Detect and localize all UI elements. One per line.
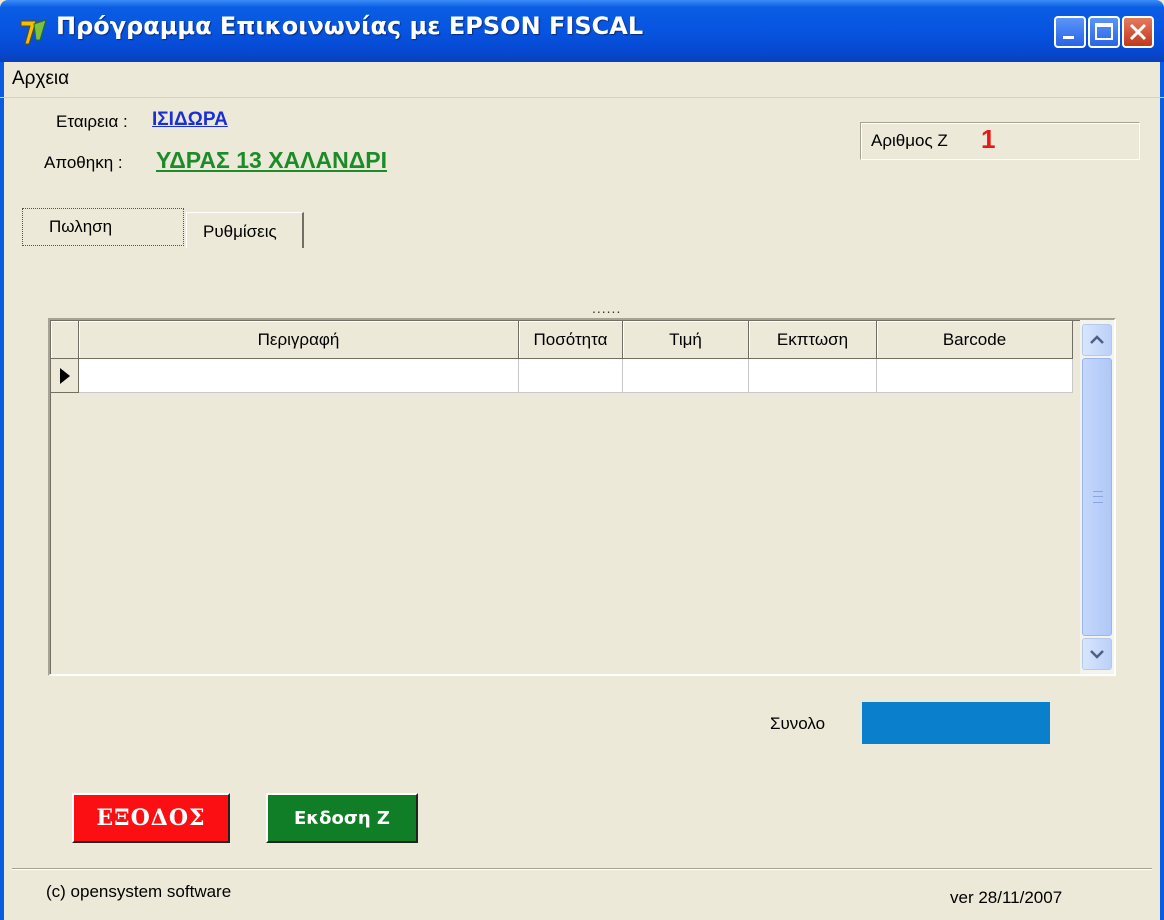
close-icon	[1129, 23, 1147, 41]
window-frame-left	[0, 62, 4, 920]
vertical-scrollbar[interactable]	[1080, 320, 1114, 674]
exit-button[interactable]: ΕΞΟΔΟΣ	[72, 793, 230, 843]
z-number-label: Αριθμος Ζ	[871, 131, 948, 150]
menu-bar: Αρχεια	[0, 62, 1164, 98]
total-value-field	[862, 702, 1050, 744]
current-row-arrow-icon	[60, 368, 70, 384]
scroll-thumb[interactable]	[1082, 358, 1112, 636]
maximize-button[interactable]	[1088, 16, 1120, 48]
grip-icon	[1093, 491, 1103, 503]
window-title: Πρόγραμμα Επικοινωνίας με EPSON FISCAL	[56, 12, 644, 40]
column-header-quantity[interactable]: Ποσότητα	[519, 321, 623, 359]
title-bar[interactable]: Πρόγραμμα Επικοινωνίας με EPSON FISCAL	[0, 0, 1164, 62]
column-header-description[interactable]: Περιγραφή	[79, 321, 519, 359]
copyright-text: (c) opensystem software	[46, 882, 232, 901]
chevron-up-icon	[1090, 335, 1104, 344]
company-link[interactable]: ΙΣΙΔΩΡΑ	[152, 109, 228, 131]
cell-quantity[interactable]	[519, 359, 623, 393]
warehouse-label: Αποθηκη :	[44, 153, 123, 172]
items-grid[interactable]: Περιγραφή Ποσότητα Τιμή Εκπτωση Barcode	[48, 318, 1116, 676]
tab-settings-label: Ρυθμίσεις	[203, 222, 277, 241]
row-header-corner	[51, 321, 79, 359]
scroll-down-button[interactable]	[1082, 638, 1112, 670]
minimize-icon	[1063, 36, 1074, 39]
company-label: Εταιρεια :	[56, 112, 128, 131]
minimize-button[interactable]	[1054, 16, 1086, 48]
z-number-value: 1	[981, 124, 996, 154]
chevron-down-icon	[1090, 650, 1104, 659]
footer-divider	[12, 868, 1152, 870]
column-header-price[interactable]: Τιμή	[623, 321, 749, 359]
app-logo-icon	[20, 19, 47, 45]
tab-settings[interactable]: Ρυθμίσεις	[186, 212, 304, 248]
scroll-up-button[interactable]	[1082, 324, 1112, 356]
row-selector[interactable]	[51, 359, 79, 393]
z-number-panel: Αριθμος Ζ 1	[860, 122, 1140, 160]
column-header-discount[interactable]: Εκπτωση	[749, 321, 877, 359]
drag-handle[interactable]: ......	[592, 300, 621, 316]
cell-discount[interactable]	[749, 359, 877, 393]
cell-barcode[interactable]	[877, 359, 1073, 393]
window-frame-right	[1160, 62, 1164, 920]
menu-item-files[interactable]: Αρχεια	[12, 68, 69, 90]
cell-description[interactable]	[79, 359, 519, 393]
tab-sale-label: Πωληση	[49, 217, 113, 236]
maximize-icon	[1095, 23, 1113, 40]
close-button[interactable]	[1122, 16, 1154, 48]
total-label: Συνολο	[770, 714, 826, 733]
version-text: ver 28/11/2007	[950, 888, 1063, 907]
column-header-barcode[interactable]: Barcode	[877, 321, 1073, 359]
cell-price[interactable]	[623, 359, 749, 393]
tab-sale[interactable]: Πωληση	[22, 208, 184, 246]
warehouse-link[interactable]: ΥΔΡΑΣ 13 ΧΑΛΑΝΔΡΙ	[156, 147, 387, 174]
issue-z-button[interactable]: Εκδοση Ζ	[266, 793, 418, 843]
